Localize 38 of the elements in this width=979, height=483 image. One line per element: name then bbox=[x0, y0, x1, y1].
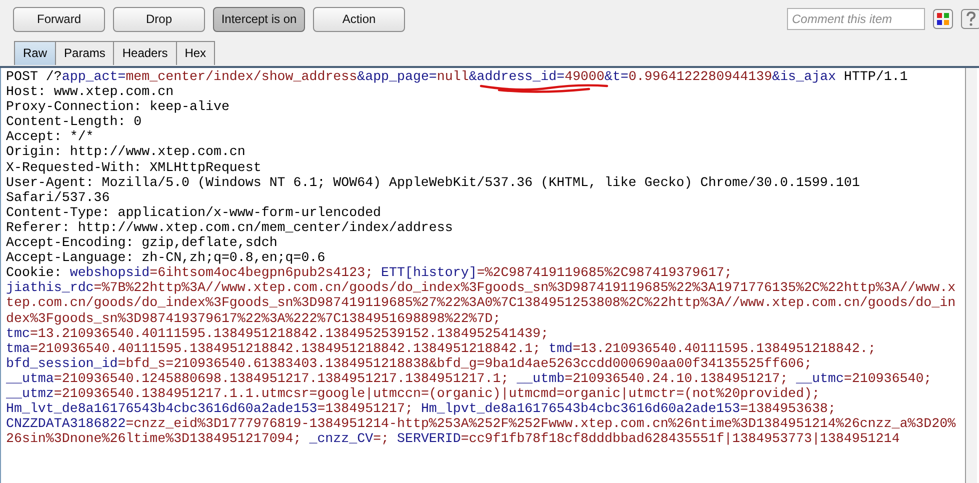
request-line: User-Agent: Mozilla/5.0 (Windows NT 6.1; WOW64) AppleWebKit/537.36 (KHTML, like Gecko) Chrome/30.0.1599.101 bbox=[6, 174, 860, 190]
request-line: Accept-Encoding: gzip,deflate,sdch bbox=[6, 235, 278, 250]
request-line: dex%3Fgoods_sn%3D987419379617%22%3A%222%7C1384951698898%22%7D; bbox=[6, 310, 501, 326]
tab[interactable]: Headers bbox=[113, 41, 177, 65]
request-line: Proxy-Connection: keep-alive bbox=[6, 99, 230, 114]
request-line: __utma=210936540.1245880698.1384951217.1384951217.1384951217.1; __utmb=210936540.24.10.1384951217; __utmc=210936540; bbox=[6, 370, 932, 386]
request-editor[interactable] bbox=[0, 68, 979, 483]
request-line: Safari/537.36 bbox=[6, 190, 110, 205]
request-line: 26sin%3Dnone%26ltime%3D1384951217094; _cnzz_CV=; SERVERID=cc9f1fb78f18cf8dddbbad628435551f|1384953773|1384951214 bbox=[6, 431, 900, 446]
request-line: tma=210936540.40111595.1384951218842.1384951218842.1384951218842.1; tmd=13.210936540.40111595.1384951218842.; bbox=[6, 340, 876, 356]
toolbar-button[interactable]: Intercept is on bbox=[213, 6, 305, 32]
request-line: jiathis_rdc=%7B%22http%3A//www.xtep.com.cn/goods/do_index%3Fgoods_sn%3D987419119685%22%3A1971776135%2C%22http%3A//www.x bbox=[6, 280, 956, 296]
request-line: CNZZDATA3186822=cnzz_eid%3D1777976819-1384951214-http%253A%252F%252Fwww.xtep.com.cn%26ntime%3D1384951214%26cnzz_a%3D20% bbox=[6, 416, 956, 432]
toolbar-button[interactable]: Forward bbox=[13, 6, 105, 32]
request-line: Accept-Language: zh-CN,zh;q=0.8,en;q=0.6 bbox=[6, 250, 326, 266]
toolbar-button[interactable]: Drop bbox=[113, 6, 205, 32]
comment-field[interactable]: Comment this item bbox=[787, 8, 925, 30]
tab[interactable]: Hex bbox=[176, 41, 216, 65]
request-line: tep.com.cn/goods/do_index%3Fgoods_sn%3D987419119685%27%22%3A0%7C1384951253808%2C%22http%3A//www.xtep.com.cn/goods/do_in bbox=[6, 295, 956, 310]
request-line: Origin: http://www.xtep.com.cn bbox=[6, 144, 246, 160]
request-line: Accept: */* bbox=[6, 129, 94, 144]
tab[interactable]: Params bbox=[55, 41, 114, 65]
request-line: Content-Length: 0 bbox=[6, 114, 142, 130]
request-line: Hm_lvt_de8a16176543b4cbc3616d60a2ade153=1384951217; Hm_lpvt_de8a16176543b4cbc3616d60a2ade153=1384953638; bbox=[6, 401, 836, 416]
color-grid-icon[interactable] bbox=[933, 9, 953, 29]
toolbar-button[interactable]: Action bbox=[313, 6, 405, 32]
request-line: Content-Type: application/x-www-form-urlencoded bbox=[6, 204, 382, 220]
tab[interactable]: Raw bbox=[14, 41, 56, 65]
request-line: Referer: http://www.xtep.com.cn/mem_center/index/address bbox=[6, 220, 453, 236]
scrollbar[interactable] bbox=[965, 68, 977, 483]
request-line: bfd_session_id=bfd_s=210936540.61383403.1384951218838&bfd_g=9ba1d4ae5263ccdd000690aa00f34135525ff606; bbox=[6, 356, 812, 371]
request-line: Cookie: webshopsid=6ihtsom4oc4begpn6pub2s4123; ETT[history]=%2C987419119685%2C987419379617; bbox=[6, 265, 732, 280]
request-line: tmc=13.210936540.40111595.1384951218842.1384952539152.1384952541439; bbox=[6, 326, 549, 341]
request-line: Host: www.xtep.com.cn bbox=[6, 84, 174, 100]
request-line: __utmz=210936540.1384951217.1.1.utmcsr=google|utmccn=(organic)|utmcmd=organic|utmctr=(not%20provided); bbox=[6, 386, 820, 402]
request-line: X-Requested-With: XMLHttpRequest bbox=[6, 160, 262, 175]
help-icon[interactable] bbox=[961, 9, 979, 29]
request-line: POST /?app_act=mem_center/index/show_address&app_page=null&address_id=49000&t=0.9964122280944139&is_ajax HTTP/1.1 bbox=[6, 69, 908, 84]
